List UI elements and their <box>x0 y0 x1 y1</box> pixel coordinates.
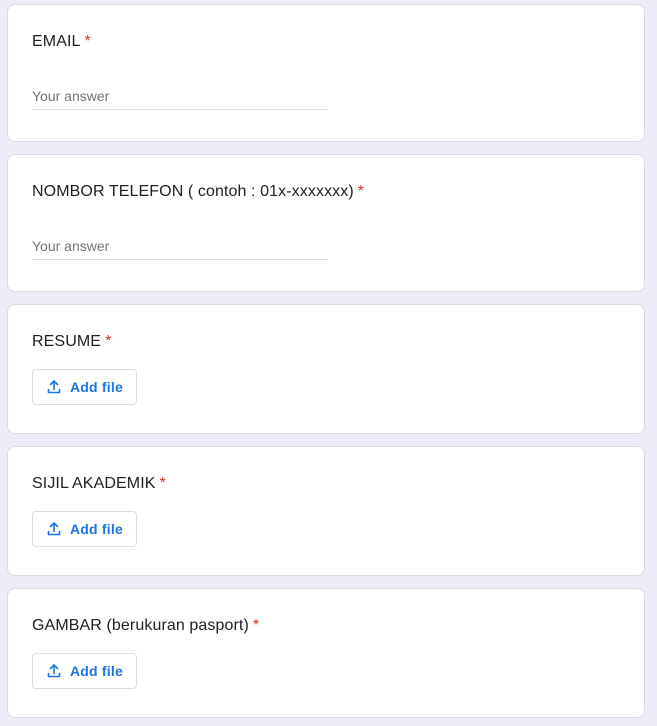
question-title: GAMBAR (berukuran pasport) * <box>32 616 259 636</box>
phone-answer-field <box>32 234 328 260</box>
add-file-label: Add file <box>70 663 123 679</box>
upload-icon <box>47 522 61 536</box>
add-file-button-resume[interactable]: Add file <box>32 369 137 405</box>
question-title: RESUME * <box>32 332 111 352</box>
upload-icon <box>47 664 61 678</box>
question-title: EMAIL * <box>32 32 91 52</box>
required-asterisk: * <box>84 33 91 50</box>
question-card-academic-certificate: SIJIL AKADEMIK * Add file <box>7 446 645 576</box>
email-input[interactable] <box>32 84 328 108</box>
required-asterisk: * <box>105 333 112 350</box>
question-title-text: EMAIL <box>32 33 81 50</box>
question-title: NOMBOR TELEFON ( contoh : 01x-xxxxxxx) * <box>32 182 364 202</box>
question-title-text: RESUME <box>32 333 102 350</box>
required-asterisk: * <box>252 617 260 634</box>
question-card-phone: NOMBOR TELEFON ( contoh : 01x-xxxxxxx) * <box>7 154 645 292</box>
question-card-photo: GAMBAR (berukuran pasport) * Add file <box>7 588 645 718</box>
question-card-email: EMAIL * <box>7 4 645 142</box>
email-answer-field <box>32 84 328 110</box>
question-card-resume: RESUME * Add file <box>7 304 645 434</box>
add-file-button-academic-certificate[interactable]: Add file <box>32 511 137 547</box>
upload-icon <box>47 380 61 394</box>
add-file-label: Add file <box>70 521 123 537</box>
required-asterisk: * <box>357 183 365 200</box>
phone-input[interactable] <box>32 234 328 258</box>
question-title: SIJIL AKADEMIK * <box>32 474 166 494</box>
required-asterisk: * <box>159 475 166 492</box>
question-title-text: NOMBOR TELEFON ( contoh : 01x-xxxxxxx) <box>32 183 354 200</box>
add-file-button-photo[interactable]: Add file <box>32 653 137 689</box>
question-title-text: SIJIL AKADEMIK <box>32 475 156 492</box>
add-file-label: Add file <box>70 379 123 395</box>
question-title-text: GAMBAR (berukuran pasport) <box>32 617 249 634</box>
